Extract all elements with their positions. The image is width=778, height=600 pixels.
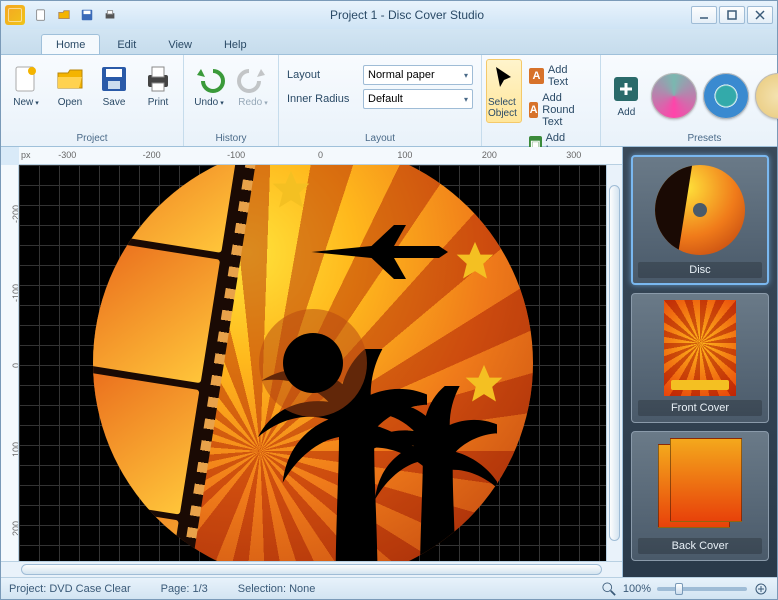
disc-artwork[interactable] [93, 165, 533, 561]
star-shape [269, 169, 313, 213]
chevron-down-icon: ▾ [464, 71, 468, 80]
status-selection: Selection: None [238, 583, 316, 595]
caret-icon: ▾ [220, 99, 224, 107]
preset-thumb-2[interactable] [703, 73, 749, 119]
side-item-disc[interactable]: Disc [631, 155, 769, 285]
zoom-slider-handle[interactable] [675, 583, 683, 595]
add-text-button[interactable]: AAdd Text [526, 63, 590, 89]
tab-help[interactable]: Help [209, 34, 262, 54]
qa-save-button[interactable] [77, 5, 97, 25]
chevron-down-icon: ▾ [464, 95, 468, 104]
ribbon-group-general: Select Object AAdd Text AAdd Round Text … [482, 55, 601, 146]
zoom-slider[interactable] [657, 587, 747, 591]
add-preset-icon [610, 73, 642, 105]
preset-thumb-3[interactable] [755, 73, 778, 119]
ribbon: New▾ Open Save Print Project [1, 55, 777, 147]
status-project: Project: DVD Case Clear [9, 583, 131, 595]
zoom-in-icon[interactable] [753, 581, 769, 597]
qa-open-button[interactable] [54, 5, 74, 25]
ribbon-group-layout: Layout Normal paper ▾ Inner Radius Defau… [279, 55, 482, 146]
side-panel: Disc Front Cover Back Co [623, 147, 777, 577]
design-canvas[interactable] [19, 165, 606, 561]
add-round-text-button[interactable]: AAdd Round Text [526, 91, 590, 129]
tab-edit[interactable]: Edit [102, 34, 151, 54]
ribbon-tabs: Home Edit View Help [1, 29, 777, 55]
maximize-button[interactable] [719, 6, 745, 24]
save-icon [98, 63, 130, 95]
print-icon [142, 63, 174, 95]
canvas-area: px -300 -200 -100 0 100 200 300 -200 -10… [1, 147, 623, 577]
status-page: Page: 1/3 [161, 583, 208, 595]
layout-combo[interactable]: Normal paper ▾ [363, 65, 473, 85]
cursor-icon [488, 63, 520, 95]
zoom-value: 100% [623, 583, 651, 595]
vertical-ruler: -200 -100 0 100 200 [1, 165, 19, 561]
inner-radius-label: Inner Radius [287, 93, 357, 105]
titlebar: Project 1 - Disc Cover Studio [1, 1, 777, 29]
tab-home[interactable]: Home [41, 34, 100, 54]
ribbon-group-project: New▾ Open Save Print Project [1, 55, 184, 146]
statusbar: Project: DVD Case Clear Page: 1/3 Select… [1, 577, 777, 599]
text-icon: A [529, 68, 544, 84]
horizontal-scrollbar[interactable] [1, 561, 622, 577]
select-object-button[interactable]: Select Object [486, 59, 522, 123]
round-text-icon: A [529, 102, 538, 118]
side-item-back-cover[interactable]: Back Cover [631, 431, 769, 561]
ribbon-group-history: Undo▾ Redo▾ History [184, 55, 279, 146]
save-button[interactable]: Save [93, 59, 135, 112]
scrollbar-thumb[interactable] [21, 564, 602, 575]
palm-silhouette [348, 386, 498, 561]
close-button[interactable] [747, 6, 773, 24]
workspace: px -300 -200 -100 0 100 200 300 -200 -10… [1, 147, 777, 577]
new-button[interactable]: New▾ [5, 59, 47, 112]
app-window: Project 1 - Disc Cover Studio Home Edit … [0, 0, 778, 600]
preset-thumb-1[interactable] [651, 73, 697, 119]
app-icon [5, 5, 25, 25]
airplane-silhouette [304, 222, 454, 282]
side-item-front-cover[interactable]: Front Cover [631, 293, 769, 423]
caret-icon: ▾ [35, 99, 39, 107]
layout-label: Layout [287, 69, 357, 81]
window-title: Project 1 - Disc Cover Studio [123, 8, 691, 22]
new-icon [10, 63, 42, 95]
open-icon [54, 63, 86, 95]
front-cover-thumb [645, 300, 755, 396]
scrollbar-thumb[interactable] [609, 185, 620, 541]
back-cover-thumb [645, 438, 755, 534]
zoom-out-icon[interactable] [601, 581, 617, 597]
redo-button: Redo▾ [232, 59, 274, 112]
print-button[interactable]: Print [137, 59, 179, 112]
vertical-scrollbar[interactable] [606, 165, 622, 561]
qa-new-button[interactable] [31, 5, 51, 25]
star-shape [453, 240, 497, 284]
undo-icon [193, 63, 225, 95]
open-button[interactable]: Open [49, 59, 91, 112]
redo-icon [237, 63, 269, 95]
disc-thumb [645, 162, 755, 258]
ribbon-group-presets: Add Presets [601, 55, 778, 146]
undo-button[interactable]: Undo▾ [188, 59, 230, 112]
horizontal-ruler: px -300 -200 -100 0 100 200 300 [19, 147, 622, 165]
tab-view[interactable]: View [153, 34, 207, 54]
zoom-control: 100% [601, 581, 769, 597]
qa-print-button[interactable] [100, 5, 120, 25]
inner-radius-combo[interactable]: Default ▾ [363, 89, 473, 109]
minimize-button[interactable] [691, 6, 717, 24]
caret-icon: ▾ [264, 99, 268, 107]
add-preset-button[interactable]: Add [605, 69, 647, 122]
